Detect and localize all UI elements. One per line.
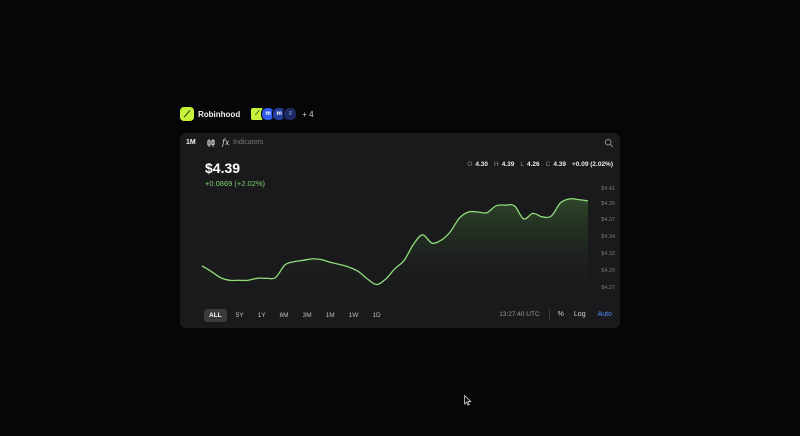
mouse-cursor-icon <box>464 395 472 406</box>
chart-controls: 13:27:40 UTC % Log Auto <box>499 309 612 320</box>
range-button-6m[interactable]: 6M <box>275 309 294 322</box>
range-button-1m[interactable]: 1M <box>321 309 340 322</box>
y-tick-label: $4.27 <box>601 285 615 291</box>
percent-scale-button[interactable]: % <box>558 311 564 318</box>
divider <box>548 309 550 320</box>
price-area-fill <box>202 198 588 298</box>
chart-card: 1M fx Indicators $4.39 +0.0869 (+2.02%) … <box>180 133 620 328</box>
range-button-3m[interactable]: 3M <box>298 309 317 322</box>
range-button-5y[interactable]: 5Y <box>231 309 249 322</box>
clock-time: 13:27:40 UTC <box>499 311 540 318</box>
robinhood-logo-icon[interactable]: ⟋ <box>180 107 194 121</box>
range-selector: ALL 5Y 1Y 6M 3M 1M 1W 1D <box>204 309 390 322</box>
y-tick-label: $4.32 <box>601 251 615 257</box>
range-button-1d[interactable]: 1D <box>367 309 385 322</box>
avatar: ≡ <box>283 107 298 121</box>
log-scale-button[interactable]: Log <box>574 311 586 318</box>
avatar-group[interactable]: ⟋ m m ≡ <box>250 107 298 121</box>
range-button-all[interactable]: ALL <box>204 309 227 322</box>
header: ⟋ Robinhood ⟋ m m ≡ + 4 <box>180 106 314 122</box>
range-button-1y[interactable]: 1Y <box>253 309 271 322</box>
more-count[interactable]: + 4 <box>302 110 313 119</box>
y-tick-label: $4.29 <box>601 268 615 274</box>
auto-scale-button[interactable]: Auto <box>598 311 612 318</box>
y-tick-label: $4.41 <box>601 186 615 192</box>
y-tick-label: $4.34 <box>601 234 615 240</box>
y-tick-label: $4.37 <box>601 217 615 223</box>
price-chart[interactable] <box>180 133 620 303</box>
y-tick-label: $4.39 <box>601 201 615 207</box>
range-button-1w[interactable]: 1W <box>344 309 364 322</box>
app-name[interactable]: Robinhood <box>198 110 240 119</box>
